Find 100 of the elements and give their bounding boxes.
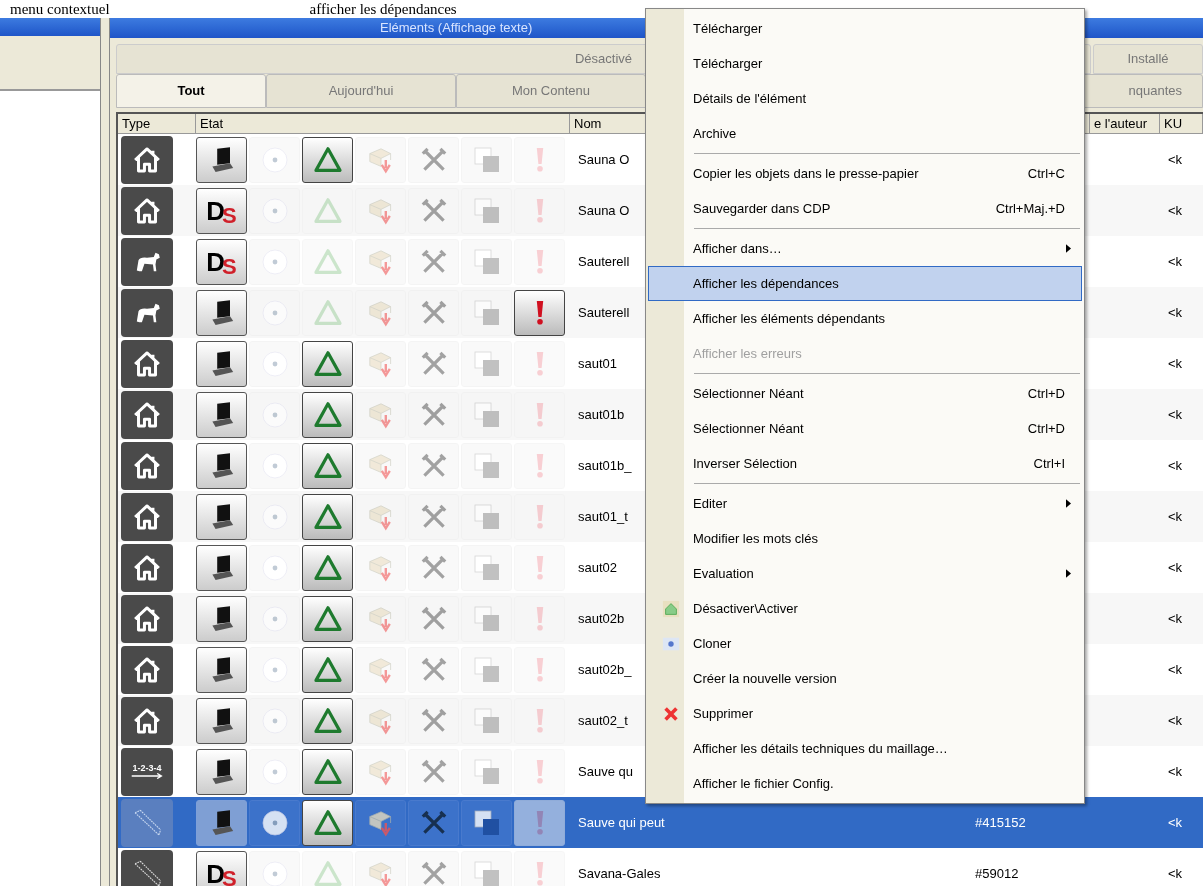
laptop-icon — [196, 748, 247, 795]
name-cell[interactable]: saut01 — [578, 353, 618, 374]
ku-cell-text: <k — [1167, 405, 1183, 424]
ku-cell-text: <k — [1167, 252, 1183, 271]
ku-cell-text: <k — [1167, 354, 1183, 373]
shortcut-text: Ctrl+D — [1027, 419, 1066, 438]
tools-icon — [408, 136, 459, 183]
squares-icon — [461, 289, 512, 336]
squares-icon — [461, 595, 512, 642]
squares-icon — [461, 544, 512, 591]
squares-icon — [461, 187, 512, 234]
name-cell[interactable]: Sauterell — [578, 302, 630, 323]
tools-icon — [408, 391, 459, 438]
menu-item[interactable]: Copier les objets dans le presse-papier Ctrl+C — [648, 156, 1082, 191]
arrow-icon — [130, 773, 164, 779]
tools-icon — [408, 595, 459, 642]
name-cell[interactable]: saut01b_ — [578, 455, 632, 476]
menu-item[interactable]: Sélectionner Néant Ctrl+D — [648, 376, 1082, 411]
menu-item[interactable]: Supprimer — [648, 696, 1082, 731]
squares-icon — [461, 442, 512, 489]
laptop-icon — [196, 136, 247, 183]
menu-item[interactable]: Inverser Sélection Ctrl+I — [648, 446, 1082, 481]
ku-cell-text: <k — [1167, 201, 1183, 220]
menu-item[interactable]: Détails de l'élément — [648, 81, 1082, 116]
window-title: Eléments (Affichage texte) — [380, 19, 533, 38]
name-cell[interactable]: Sauna O — [578, 149, 630, 170]
menu-item[interactable]: Sauvegarder dans CDP Ctrl+Maj.+D — [648, 191, 1082, 226]
ku-cell-text: <k — [1167, 558, 1183, 577]
laptop-icon — [196, 391, 247, 438]
name-cell[interactable]: saut01b — [578, 404, 625, 425]
squares-icon — [461, 646, 512, 693]
tab[interactable]: Tout — [116, 74, 266, 108]
laptop-icon — [196, 595, 247, 642]
tools-icon — [408, 697, 459, 744]
menu-item[interactable]: Afficher les éléments dépendants — [648, 301, 1082, 336]
menu-item[interactable]: Afficher le fichier Config. — [648, 766, 1082, 801]
tools-icon — [408, 340, 459, 387]
squares-icon — [461, 697, 512, 744]
type-label: 1-2-3-4 — [132, 764, 162, 773]
ku-cell-text: <k — [1167, 303, 1183, 322]
menu-item[interactable]: Sélectionner Néant Ctrl+D — [648, 411, 1082, 446]
submenu-arrow-icon — [1066, 499, 1071, 508]
menu-item[interactable]: Désactiver\Activer — [648, 591, 1082, 626]
ku-cell-text: <k — [1167, 660, 1183, 679]
menu-item[interactable]: Afficher les détails techniques du maillage… — [648, 731, 1082, 766]
name-cell[interactable]: Sauterell — [578, 251, 630, 272]
name-cell[interactable]: saut01_t — [578, 506, 628, 527]
pane-splitter[interactable] — [100, 18, 110, 886]
tools-icon — [408, 748, 459, 795]
squares-icon — [461, 493, 512, 540]
tools-icon — [408, 799, 459, 846]
squares-icon — [461, 799, 512, 846]
name-cell[interactable]: Sauna O — [578, 200, 630, 221]
menu-item[interactable]: Modifier les mots clés — [648, 521, 1082, 556]
name-cell[interactable]: saut02 — [578, 557, 618, 578]
menu-item[interactable]: Télécharger — [648, 11, 1082, 46]
tools-icon — [408, 442, 459, 489]
tab[interactable]: Aujourd'hui — [266, 74, 456, 108]
squares-icon — [461, 238, 512, 285]
ku-cell-text: <k — [1167, 864, 1183, 883]
ku-cell-text: <k — [1167, 507, 1183, 526]
type-icon — [121, 849, 173, 886]
name-cell[interactable]: saut02b_ — [578, 659, 632, 680]
menu-item[interactable]: Afficher les dépendances — [648, 266, 1082, 301]
shortcut-text: Ctrl+Maj.+D — [995, 199, 1066, 218]
squares-icon — [461, 850, 512, 886]
shortcut-text: Ctrl+I — [1033, 454, 1066, 473]
tools-icon — [408, 289, 459, 336]
tools-icon — [408, 544, 459, 591]
tools-icon — [408, 646, 459, 693]
caption-text: afficher les dépendances — [309, 0, 457, 18]
laptop-icon — [196, 646, 247, 693]
shortcut-text: Ctrl+C — [1027, 164, 1066, 183]
menu-item[interactable]: Créer la nouvelle version — [648, 661, 1082, 696]
name-cell[interactable]: saut02_t — [578, 710, 628, 731]
menu-item[interactable]: Evaluation — [648, 556, 1082, 591]
menu-item[interactable]: Cloner — [648, 626, 1082, 661]
laptop-icon — [196, 289, 247, 336]
menu-item[interactable]: Editer — [648, 486, 1082, 521]
ku-cell-text: <k — [1167, 456, 1183, 475]
tab[interactable]: Installé — [1093, 44, 1203, 74]
ku-cell-text: <k — [1167, 813, 1183, 832]
menu-item[interactable]: Archive — [648, 116, 1082, 151]
shortcut-text: Ctrl+D — [1027, 384, 1066, 403]
ku-cell-text: <k — [1167, 711, 1183, 730]
laptop-icon — [196, 493, 247, 540]
laptop-icon — [196, 442, 247, 489]
name-cell[interactable]: saut02b — [578, 608, 625, 629]
squares-icon — [461, 340, 512, 387]
laptop-icon — [196, 799, 247, 846]
name-cell[interactable]: Sauve qu — [578, 761, 633, 782]
squares-icon — [461, 391, 512, 438]
name-cell[interactable]: Savana-Gales — [578, 863, 661, 884]
tools-icon — [408, 850, 459, 886]
submenu-arrow-icon — [1066, 569, 1071, 578]
menu-item[interactable]: Afficher dans… — [648, 231, 1082, 266]
squares-icon — [461, 748, 512, 795]
ku-cell-text: <k — [1167, 609, 1183, 628]
tab[interactable]: Mon Contenu — [456, 74, 646, 108]
ku-cell-text: <k — [1167, 762, 1183, 781]
